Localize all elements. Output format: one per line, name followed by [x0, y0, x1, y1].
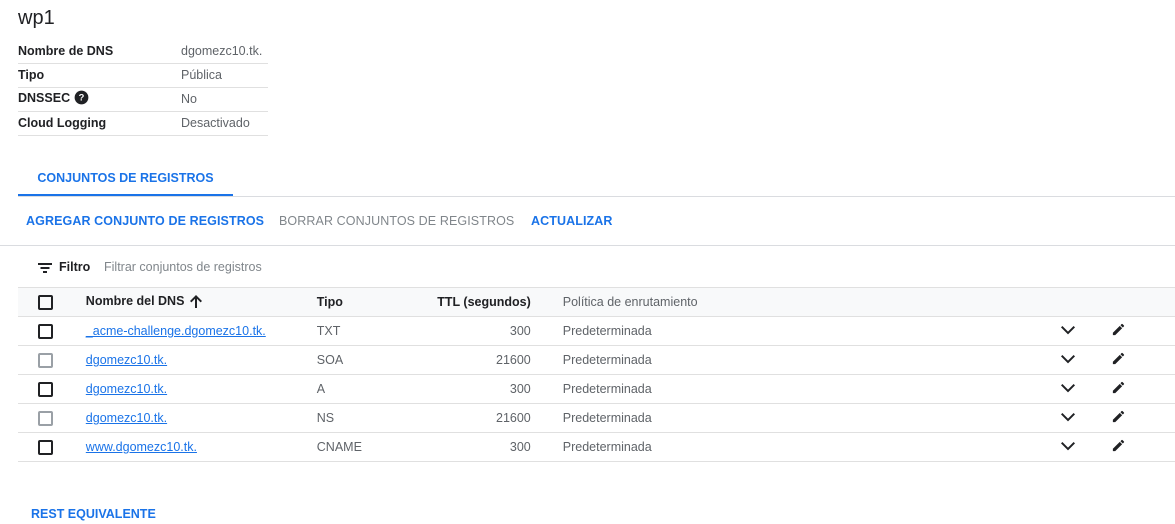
pencil-icon[interactable] [1111, 380, 1126, 398]
detail-value: Pública [181, 68, 222, 82]
pencil-icon[interactable] [1111, 351, 1126, 369]
column-header-type[interactable]: Tipo [317, 288, 407, 317]
delete-record-sets-button[interactable]: BORRAR CONJUNTOS DE REGISTROS [279, 214, 514, 228]
filter-input[interactable] [102, 256, 502, 278]
dns-name-link[interactable]: dgomezc10.tk. [86, 382, 167, 396]
detail-label: Cloud Logging [18, 116, 107, 130]
record-ttl: 21600 [496, 353, 531, 367]
record-type: CNAME [316, 440, 362, 454]
detail-label: Nombre de DNS [18, 43, 114, 58]
record-type: SOA [316, 353, 344, 367]
arrow-up-icon [190, 294, 203, 311]
pencil-icon[interactable] [1111, 322, 1126, 340]
row-checkbox[interactable] [38, 410, 53, 426]
tab-record-sets[interactable]: CONJUNTOS DE REGISTROS [18, 160, 233, 196]
filter-bar: Filtro [18, 252, 1175, 287]
detail-value: Desactivado [181, 116, 250, 130]
tab-bar: CONJUNTOS DE REGISTROS [18, 160, 1175, 197]
dns-name-link[interactable]: _acme-challenge.dgomezc10.tk. [86, 324, 266, 338]
table-row: www.dgomezc10.tk. CNAME 300 Predetermina… [18, 433, 1175, 462]
detail-row-type: Tipo Pública [18, 63, 268, 87]
chevron-down-icon[interactable] [1060, 411, 1075, 425]
row-checkbox[interactable] [38, 323, 53, 339]
column-header-ttl[interactable]: TTL (segundos) [407, 288, 531, 317]
routing-policy: Predeterminada [562, 324, 652, 338]
routing-policy: Predeterminada [562, 382, 652, 396]
dns-name-link[interactable]: dgomezc10.tk. [86, 353, 167, 367]
detail-row-dnssec: DNSSEC? No [18, 87, 268, 111]
zone-title: wp1 [18, 7, 55, 29]
dns-name-link[interactable]: dgomezc10.tk. [86, 411, 167, 425]
pencil-icon[interactable] [1111, 409, 1126, 427]
pencil-icon[interactable] [1111, 438, 1126, 456]
zone-details-table: Nombre de DNS dgomezc10.tk. Tipo Pública… [18, 39, 268, 136]
record-type: NS [316, 411, 335, 425]
column-header-name[interactable]: Nombre del DNS [86, 288, 317, 317]
chevron-down-icon[interactable] [1060, 382, 1075, 396]
chevron-down-icon[interactable] [1060, 324, 1075, 338]
detail-row-dns-name: Nombre de DNS dgomezc10.tk. [18, 39, 268, 63]
routing-policy: Predeterminada [562, 411, 652, 425]
detail-label: DNSSEC [18, 91, 71, 105]
detail-row-cloud-logging: Cloud Logging Desactivado [18, 111, 268, 135]
table-header-row: Nombre del DNS Tipo TTL (segundos) Polít… [18, 287, 1175, 317]
record-ttl: 300 [509, 382, 531, 396]
detail-label: Tipo [18, 68, 45, 82]
chevron-down-icon[interactable] [1060, 440, 1075, 454]
table-row: dgomezc10.tk. NS 21600 Predeterminada [18, 404, 1175, 433]
filter-label: Filtro [59, 260, 91, 274]
select-all-checkbox[interactable] [38, 294, 53, 310]
row-checkbox[interactable] [38, 381, 53, 397]
routing-policy: Predeterminada [562, 440, 652, 454]
column-header-label: Nombre del DNS [85, 293, 185, 308]
record-ttl: 300 [509, 324, 531, 338]
help-icon[interactable]: ? [74, 90, 89, 108]
svg-text:?: ? [79, 93, 85, 103]
record-sets-table: Nombre del DNS Tipo TTL (segundos) Polít… [18, 287, 1175, 462]
rest-equivalent-link[interactable]: REST EQUIVALENTE [31, 507, 156, 521]
table-row: dgomezc10.tk. A 300 Predeterminada [18, 375, 1175, 404]
row-checkbox[interactable] [38, 439, 53, 455]
refresh-button[interactable]: ACTUALIZAR [531, 214, 613, 228]
action-bar: AGREGAR CONJUNTO DE REGISTROS BORRAR CON… [0, 198, 1175, 246]
record-ttl: 21600 [496, 411, 531, 425]
add-record-set-button[interactable]: AGREGAR CONJUNTO DE REGISTROS [26, 214, 264, 228]
dns-name-link[interactable]: www.dgomezc10.tk. [86, 440, 197, 454]
record-type: TXT [316, 324, 341, 338]
column-header-policy: Política de enrutamiento [562, 295, 698, 309]
filter-list-icon [38, 261, 52, 279]
record-type: A [316, 382, 326, 396]
detail-value: No [181, 92, 197, 106]
record-ttl: 300 [509, 440, 531, 454]
row-checkbox[interactable] [38, 352, 53, 368]
routing-policy: Predeterminada [562, 353, 652, 367]
detail-value: dgomezc10.tk. [181, 43, 263, 58]
table-row: _acme-challenge.dgomezc10.tk. TXT 300 Pr… [18, 317, 1175, 346]
table-row: dgomezc10.tk. SOA 21600 Predeterminada [18, 346, 1175, 375]
chevron-down-icon[interactable] [1060, 353, 1075, 367]
